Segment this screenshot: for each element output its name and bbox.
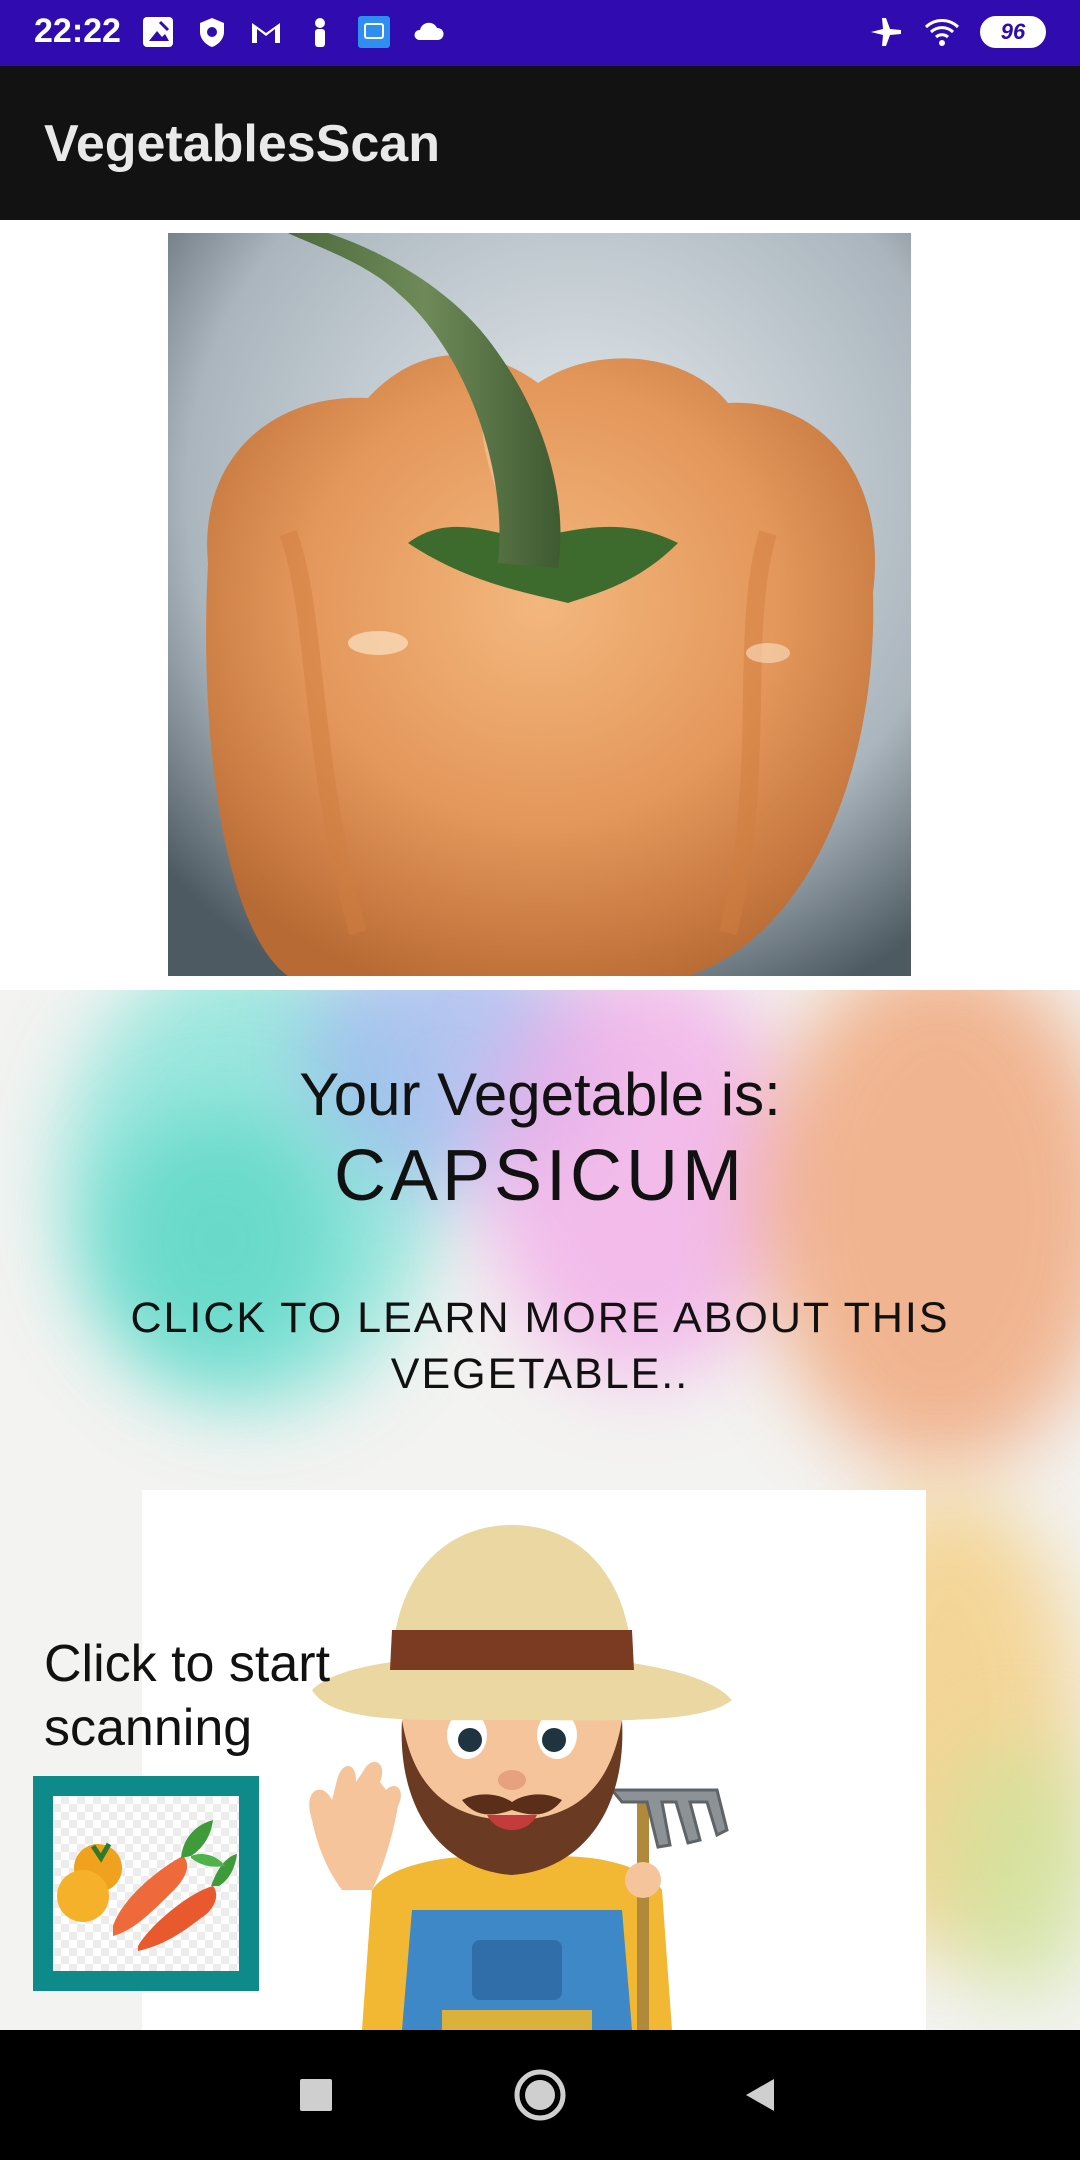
- start-scan-button[interactable]: [33, 1776, 259, 1991]
- shield-icon: [200, 18, 224, 47]
- wifi-icon: [924, 19, 960, 46]
- app-bar: VegetablesScan: [0, 66, 1080, 220]
- navigation-bar: [0, 2030, 1080, 2160]
- status-bar: 22:22 96: [0, 0, 1080, 66]
- home-button[interactable]: [480, 2030, 600, 2160]
- square-icon: [300, 2079, 332, 2111]
- vegetables-icon: [53, 1796, 239, 1971]
- farmer-illustration: [142, 1490, 926, 2030]
- system-icons: 96: [868, 14, 1046, 50]
- back-triangle-icon: [746, 2079, 774, 2111]
- result-label: Your Vegetable is:: [299, 1061, 781, 1128]
- vegetable-photo: [168, 233, 911, 976]
- learn-more-button[interactable]: CLICK TO LEARN MORE ABOUT THIS VEGETABLE…: [100, 1290, 980, 1402]
- status-time: 22:22: [34, 12, 121, 50]
- person-icon: [315, 18, 325, 47]
- capsicum-image: [168, 233, 911, 976]
- app-title: VegetablesScan: [44, 115, 440, 173]
- gmail-icon: [252, 23, 280, 43]
- recents-button[interactable]: [256, 2030, 376, 2160]
- notification-icons: [140, 14, 446, 50]
- scan-label: Click to start scanning: [44, 1635, 331, 1757]
- back-button[interactable]: [700, 2030, 820, 2160]
- battery-icon: 96: [980, 16, 1046, 48]
- circle-icon: [514, 2069, 566, 2121]
- cloud-icon: [414, 22, 444, 40]
- app-icon: [358, 16, 390, 48]
- airplane-icon: [871, 18, 901, 46]
- result-value: CAPSICUM: [333, 1136, 747, 1216]
- image-icon: [143, 17, 173, 47]
- farmer-image: [309, 1525, 732, 2030]
